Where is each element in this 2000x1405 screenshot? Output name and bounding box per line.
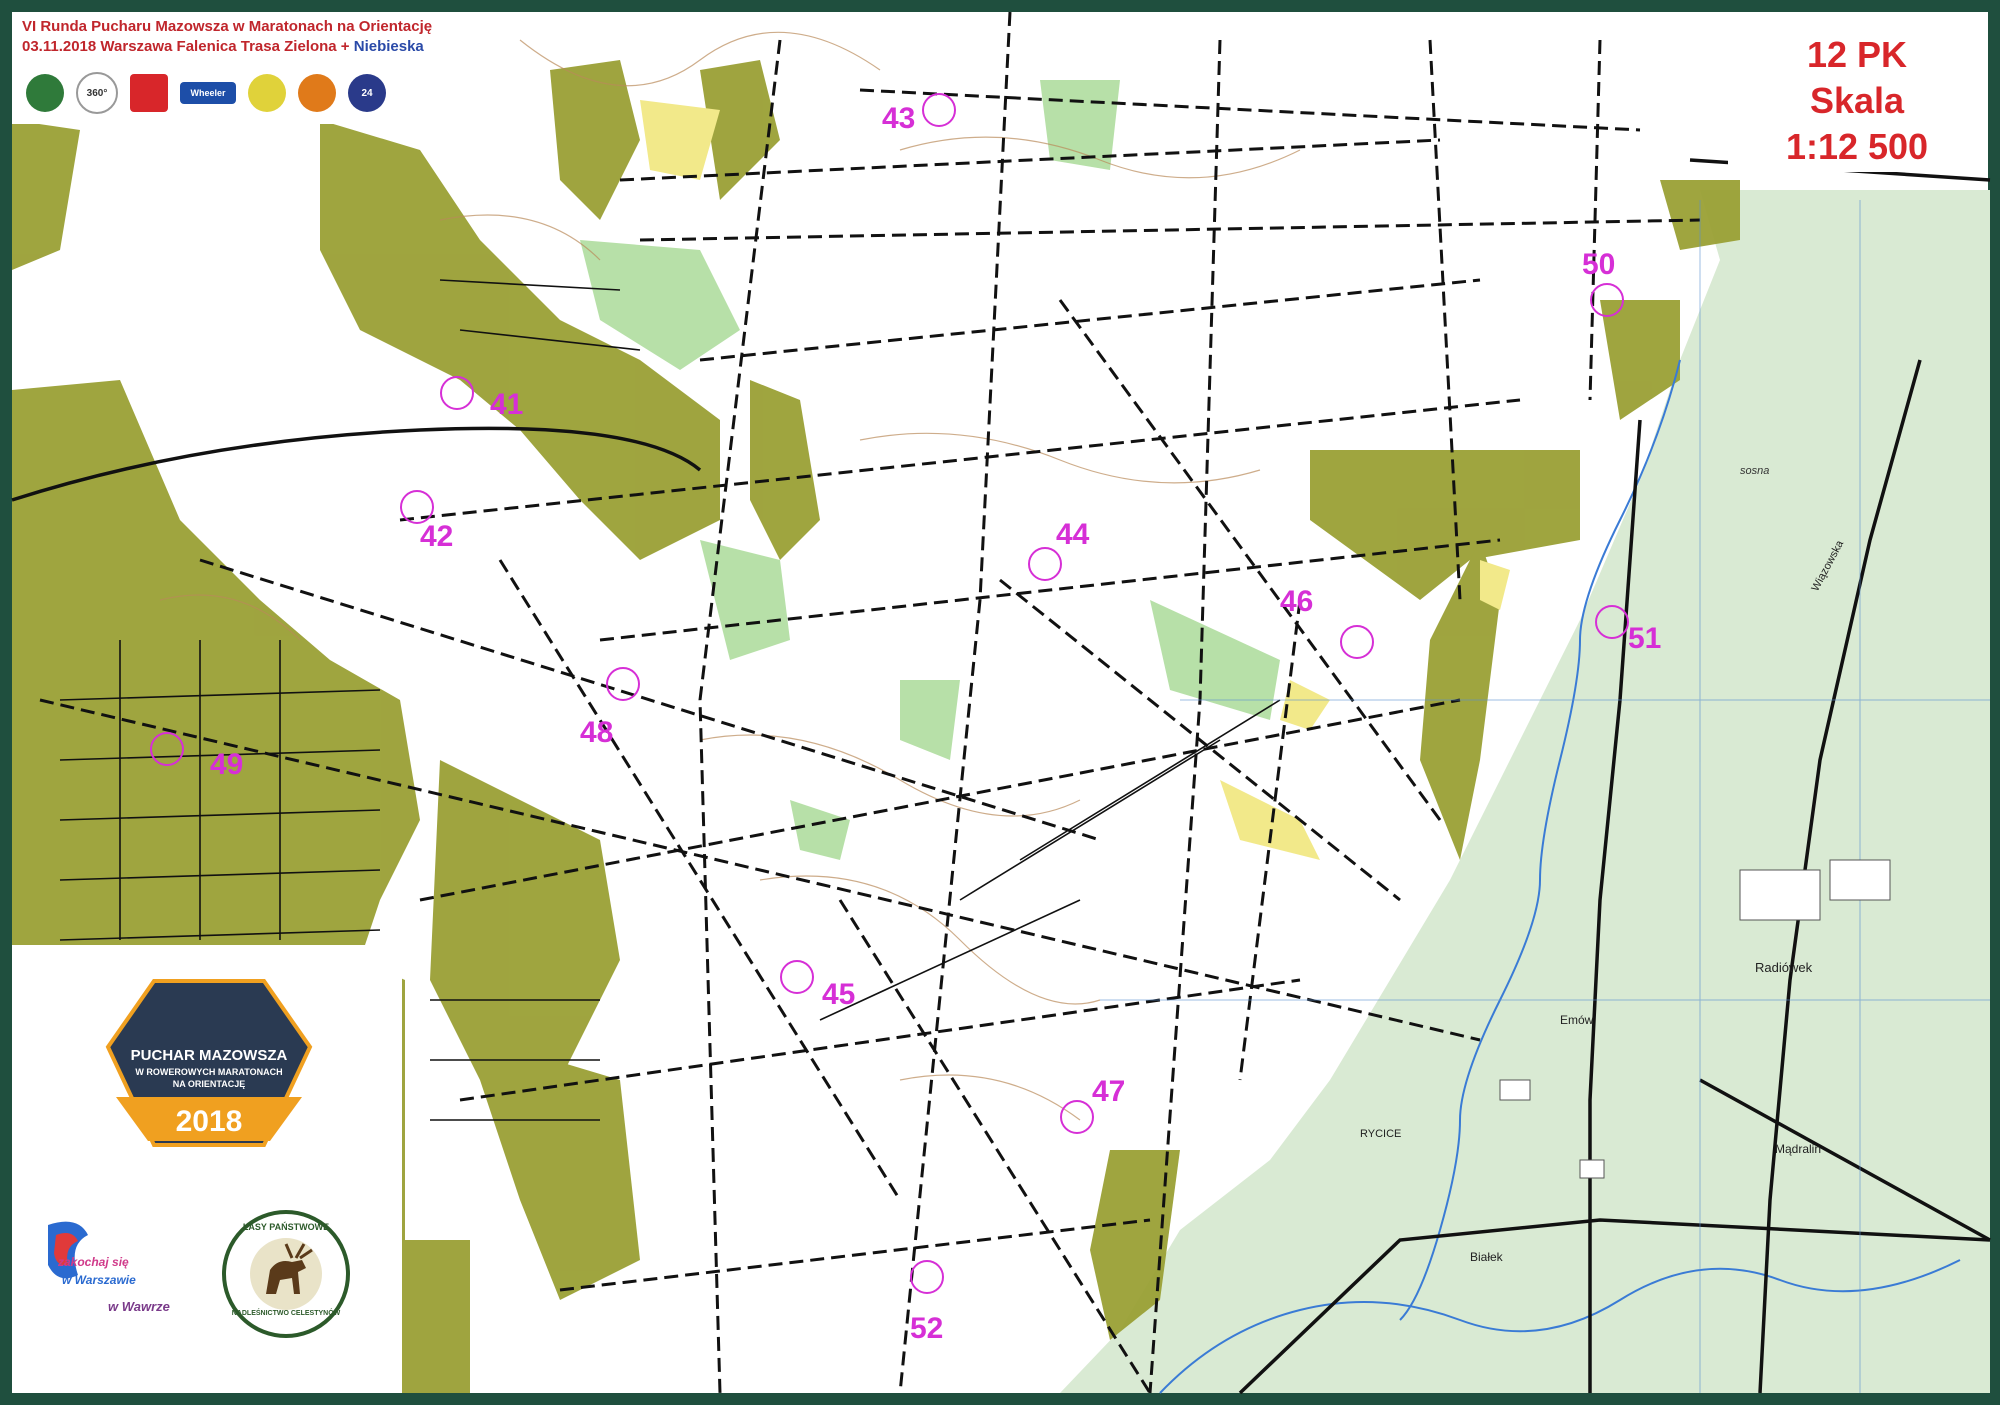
checkpoint-46-circle[interactable]: [1340, 625, 1374, 659]
checkpoint-49-label: 49: [210, 748, 244, 781]
checkpoint-43-label: 43: [882, 102, 916, 135]
checkpoint-45-label: 45: [822, 978, 856, 1011]
checkpoint-52-circle[interactable]: [910, 1260, 944, 1294]
checkpoint-51-circle[interactable]: [1595, 605, 1629, 639]
place-bialek: Białek: [1470, 1250, 1503, 1264]
wawer-text-2: w Warszawie: [62, 1273, 136, 1287]
checkpoint-47-circle[interactable]: [1060, 1100, 1094, 1134]
logo-panel: PUCHAR MAZOWSZA W ROWEROWYCH MARATONACH …: [12, 945, 402, 1393]
nadlesnictwo-text: NADLEŚNICTWO CELESTYNÓW: [231, 1310, 341, 1317]
place-madralin: Mądralin: [1775, 1142, 1822, 1156]
wawer-text-3: w Wawrze: [108, 1299, 170, 1314]
checkpoint-50-circle[interactable]: [1590, 283, 1624, 317]
checkpoint-44-label: 44: [1056, 518, 1090, 551]
place-sosna: sosna: [1740, 465, 1770, 477]
checkpoint-43-circle[interactable]: [922, 93, 956, 127]
checkpoint-45-circle[interactable]: [780, 960, 814, 994]
place-rycice: RYCICE: [1360, 1128, 1402, 1140]
sponsor-logo-5: [248, 74, 286, 112]
checkpoint-52-label: 52: [910, 1312, 944, 1345]
place-emow: Emów: [1560, 1013, 1594, 1027]
sponsor-logo-wheeler: Wheeler: [180, 82, 236, 104]
checkpoint-41-label: 41: [490, 388, 524, 421]
checkpoint-41-circle[interactable]: [440, 376, 474, 410]
checkpoint-44-circle[interactable]: [1028, 547, 1062, 581]
checkpoint-42-label: 42: [420, 520, 454, 553]
event-header: VI Runda Pucharu Mazowsza w Maratonach n…: [12, 12, 470, 124]
lasy-panstwowe-logo: LASY PAŃSTWOWE NADLEŚNICTWO CELESTYNÓW: [222, 1210, 350, 1338]
badge-subtitle-2: NA ORIENTACJĘ: [172, 1079, 246, 1089]
sponsor-logo-1: [26, 74, 64, 112]
badge-subtitle: W ROWEROWYCH MARATONACH: [135, 1067, 283, 1077]
scale-label: Skala: [1809, 80, 1905, 121]
badge-title: PUCHAR MAZOWSZA: [130, 1047, 288, 1064]
wawer-text-1: zakochaj się: [58, 1255, 129, 1269]
sponsor-logo-3: [130, 74, 168, 112]
checkpoint-48-circle[interactable]: [606, 667, 640, 701]
badge-year: 2018: [175, 1105, 243, 1138]
sponsor-logo-6: [298, 74, 336, 112]
event-route-blue: Niebieska: [353, 38, 424, 55]
scale-value: 1:12 500: [1785, 126, 1929, 167]
checkpoint-42-circle[interactable]: [400, 490, 434, 524]
checkpoint-48-label: 48: [580, 716, 614, 749]
event-subtitle: 03.11.2018 Warszawa Falenica Trasa Zielo…: [22, 38, 424, 55]
wawer-logo: zakochaj się w Warszawie w Wawrze: [38, 1215, 188, 1335]
checkpoint-51-label: 51: [1628, 622, 1662, 655]
sponsor-logo-24: 24: [348, 74, 386, 112]
event-title: VI Runda Pucharu Mazowsza w Maratonach n…: [22, 18, 433, 35]
sponsor-logos: 360° Wheeler 24: [26, 72, 386, 114]
event-date-route: 03.11.2018 Warszawa Falenica Trasa Zielo…: [22, 38, 354, 55]
checkpoint-46-label: 46: [1280, 585, 1314, 618]
place-radiowek: Radiówek: [1755, 960, 1813, 975]
sponsor-logo-360: 360°: [76, 72, 118, 114]
checkpoint-50-label: 50: [1582, 248, 1616, 281]
control-count: 12 PK: [1806, 34, 1908, 75]
checkpoint-47-label: 47: [1092, 1075, 1126, 1108]
scale-legend: 12 PK Skala 1:12 500: [1728, 12, 1986, 172]
checkpoint-49-circle[interactable]: [150, 732, 184, 766]
